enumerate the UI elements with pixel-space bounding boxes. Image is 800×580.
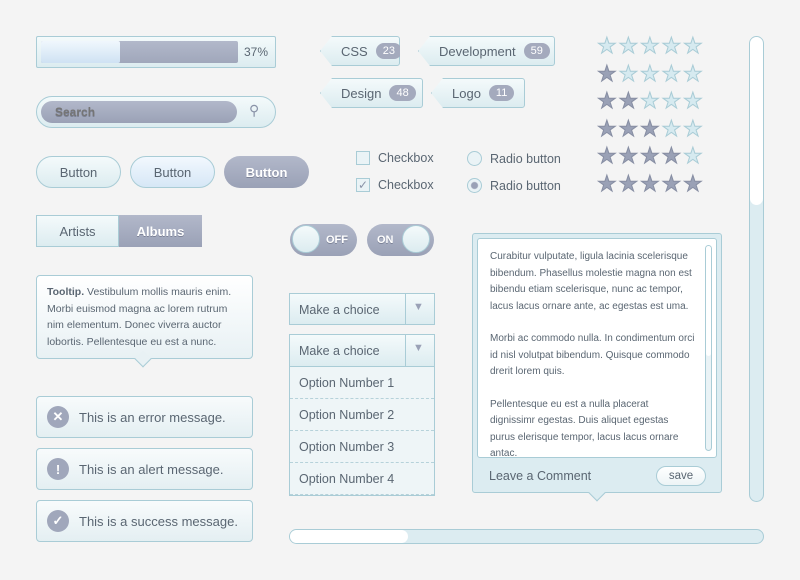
count-badge: 23 bbox=[375, 43, 400, 59]
message-2: ✓ This is a success message. bbox=[36, 500, 253, 542]
tag-development[interactable]: Development 59 bbox=[418, 36, 555, 66]
message-1: ! This is an alert message. bbox=[36, 448, 253, 490]
comment-box: Curabitur vulputate, ligula lacinia scel… bbox=[472, 233, 722, 502]
search-input[interactable] bbox=[41, 101, 237, 123]
progress-label: 37% bbox=[244, 45, 269, 59]
search-icon[interactable]: ⚲ bbox=[249, 102, 259, 119]
error-icon: ✕ bbox=[47, 406, 69, 428]
toggle-on[interactable]: ON bbox=[367, 224, 434, 256]
star-filled-icon[interactable]: ★ bbox=[618, 172, 639, 195]
checkbox-checked-icon: ✓ bbox=[356, 178, 370, 192]
star-filled-icon[interactable]: ★ bbox=[661, 172, 682, 195]
textarea-scrollbar[interactable] bbox=[705, 245, 712, 451]
star-filled-icon[interactable]: ★ bbox=[597, 117, 618, 140]
star-filled-icon[interactable]: ★ bbox=[640, 172, 661, 195]
star-empty-icon[interactable]: ★ bbox=[661, 34, 682, 57]
tab-albums[interactable]: Albums bbox=[119, 215, 202, 247]
count-badge: 48 bbox=[389, 85, 416, 101]
star-filled-icon[interactable]: ★ bbox=[618, 144, 639, 167]
star-filled-icon[interactable]: ★ bbox=[618, 89, 639, 112]
message-text: This is an error message. bbox=[79, 409, 226, 425]
toggle-off[interactable]: OFF bbox=[290, 224, 357, 256]
star-filled-icon[interactable]: ★ bbox=[597, 89, 618, 112]
tag-css[interactable]: CSS 23 bbox=[320, 36, 400, 66]
star-empty-icon[interactable]: ★ bbox=[640, 89, 661, 112]
select-make-choice[interactable]: Make a choice ▼ bbox=[289, 293, 435, 325]
message-text: This is an alert message. bbox=[79, 461, 224, 477]
count-badge: 59 bbox=[523, 43, 550, 59]
checkbox[interactable]: ✓ Checkbox bbox=[356, 178, 434, 192]
star-empty-icon[interactable]: ★ bbox=[618, 34, 639, 57]
tag-logo[interactable]: Logo 11 bbox=[431, 78, 525, 108]
star-empty-icon[interactable]: ★ bbox=[661, 62, 682, 85]
message-text: This is a success message. bbox=[79, 513, 238, 529]
star-empty-icon[interactable]: ★ bbox=[683, 144, 704, 167]
tooltip-title: Tooltip. bbox=[47, 286, 85, 298]
star-empty-icon[interactable]: ★ bbox=[683, 62, 704, 85]
checkbox-icon bbox=[356, 151, 370, 165]
progress-bar: 37% bbox=[36, 36, 276, 68]
progress-fill bbox=[41, 41, 120, 63]
save-button[interactable]: save bbox=[656, 466, 706, 486]
message-0: ✕ This is an error message. bbox=[36, 396, 253, 438]
star-filled-icon[interactable]: ★ bbox=[597, 172, 618, 195]
count-badge: 11 bbox=[488, 85, 515, 101]
horizontal-scrollbar[interactable] bbox=[289, 529, 764, 544]
star-empty-icon[interactable]: ★ bbox=[683, 117, 704, 140]
star-empty-icon[interactable]: ★ bbox=[683, 89, 704, 112]
select-open[interactable]: Make a choice ▼ Option Number 1 Option Nu… bbox=[289, 334, 435, 496]
tag-design[interactable]: Design 48 bbox=[320, 78, 423, 108]
star-filled-icon[interactable]: ★ bbox=[640, 117, 661, 140]
button-pressed[interactable]: Button bbox=[224, 156, 309, 188]
star-filled-icon[interactable]: ★ bbox=[597, 144, 618, 167]
search-box: ⚲ bbox=[36, 96, 276, 128]
vertical-scrollbar[interactable] bbox=[749, 36, 764, 502]
star-filled-icon[interactable]: ★ bbox=[640, 144, 661, 167]
button-default[interactable]: Button bbox=[36, 156, 121, 188]
star-filled-icon[interactable]: ★ bbox=[618, 117, 639, 140]
chevron-down-icon: ▼ bbox=[413, 301, 424, 313]
alert-icon: ! bbox=[47, 458, 69, 480]
star-empty-icon[interactable]: ★ bbox=[640, 62, 661, 85]
select-option[interactable]: Option Number 1 bbox=[290, 367, 434, 399]
checkbox[interactable]: Checkbox bbox=[356, 151, 434, 165]
button-hover[interactable]: Button bbox=[130, 156, 215, 188]
tooltip: Tooltip. Vestibulum mollis mauris enim. … bbox=[36, 275, 253, 368]
select-option[interactable]: Option Number 2 bbox=[290, 399, 434, 431]
star-empty-icon[interactable]: ★ bbox=[618, 62, 639, 85]
star-empty-icon[interactable]: ★ bbox=[640, 34, 661, 57]
star-empty-icon[interactable]: ★ bbox=[597, 34, 618, 57]
radio-icon bbox=[467, 151, 482, 166]
radio-button[interactable]: Radio button bbox=[467, 151, 561, 166]
star-empty-icon[interactable]: ★ bbox=[661, 117, 682, 140]
select-option[interactable]: Option Number 4 bbox=[290, 463, 434, 495]
chevron-down-icon: ▼ bbox=[413, 342, 424, 354]
tab-artists[interactable]: Artists bbox=[36, 215, 119, 247]
success-icon: ✓ bbox=[47, 510, 69, 532]
select-option[interactable]: Option Number 3 bbox=[290, 431, 434, 463]
star-empty-icon[interactable]: ★ bbox=[683, 34, 704, 57]
radio-checked-icon bbox=[467, 178, 482, 193]
radio-button[interactable]: Radio button bbox=[467, 178, 561, 193]
star-filled-icon[interactable]: ★ bbox=[661, 144, 682, 167]
star-filled-icon[interactable]: ★ bbox=[597, 62, 618, 85]
leave-comment-label: Leave a Comment bbox=[489, 469, 592, 483]
star-empty-icon[interactable]: ★ bbox=[661, 89, 682, 112]
star-filled-icon[interactable]: ★ bbox=[683, 172, 704, 195]
comment-textarea[interactable]: Curabitur vulputate, ligula lacinia scel… bbox=[477, 238, 717, 459]
